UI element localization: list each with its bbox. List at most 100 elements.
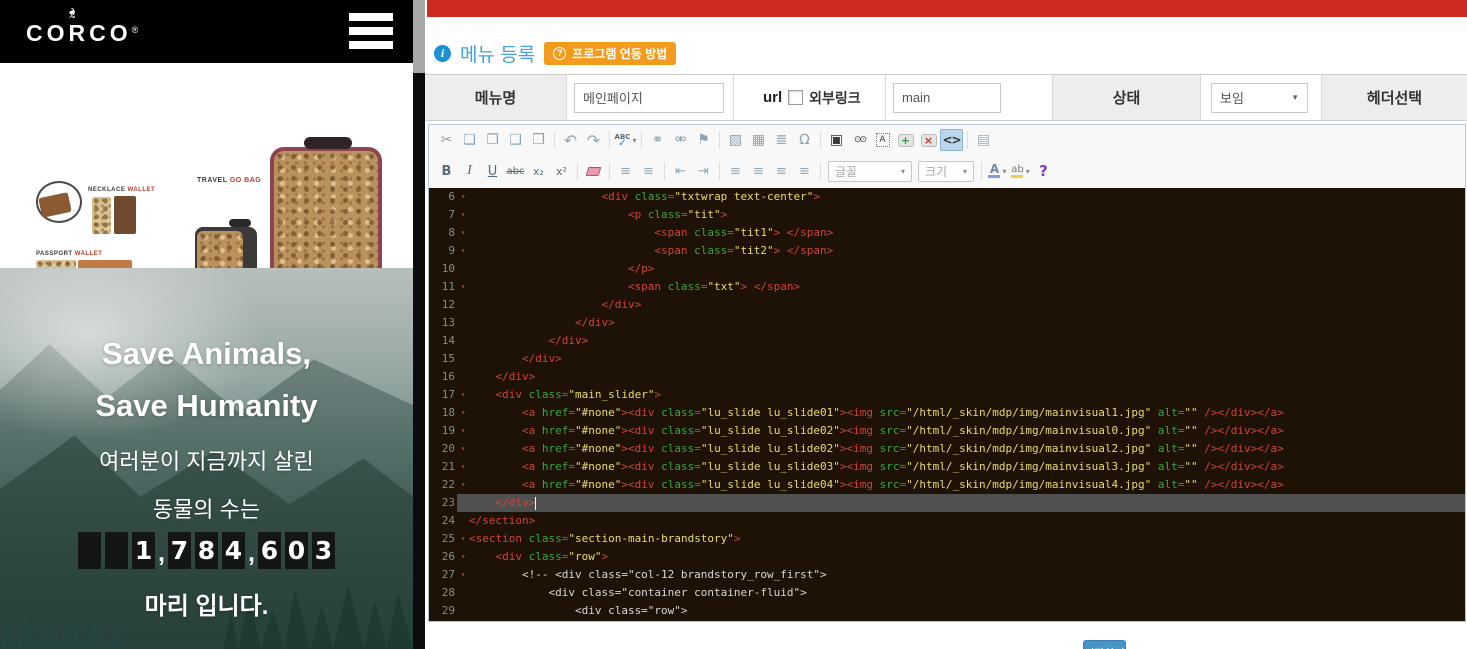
numbered-list-button[interactable]: ≡ bbox=[614, 160, 637, 182]
external-link-checkbox[interactable] bbox=[788, 90, 803, 105]
redo-button[interactable]: ↷ bbox=[582, 129, 605, 151]
underline-button[interactable]: U bbox=[481, 160, 504, 182]
fold-caret-icon[interactable]: ▾ bbox=[457, 566, 469, 584]
code-line[interactable]: 13 </div> bbox=[429, 314, 1465, 332]
code-line[interactable]: 27▾ <!-- <div class="col-12 brandstory_r… bbox=[429, 566, 1465, 584]
bulleted-list-icon: ≡ bbox=[643, 164, 654, 179]
fold-caret-icon[interactable]: ▾ bbox=[457, 386, 469, 404]
font-family-select[interactable]: 글꼴▾ bbox=[828, 161, 912, 182]
code-line[interactable]: 6▾ <div class="txtwrap text-center"> bbox=[429, 188, 1465, 206]
bulleted-list-button[interactable]: ≡ bbox=[637, 160, 660, 182]
code-line[interactable]: 21▾ <a href="#none"><div class="lu_slide… bbox=[429, 458, 1465, 476]
horizontal-rule-button[interactable]: ≣ bbox=[770, 129, 793, 151]
code-line[interactable]: 18▾ <a href="#none"><div class="lu_slide… bbox=[429, 404, 1465, 422]
status-select[interactable]: 보임 ▼ bbox=[1211, 83, 1308, 113]
unlink-button[interactable]: ⚮ bbox=[669, 129, 692, 151]
code-line[interactable]: 19▾ <a href="#none"><div class="lu_slide… bbox=[429, 422, 1465, 440]
preview-scrollbar[interactable] bbox=[413, 0, 425, 649]
code-line[interactable]: 10 </p> bbox=[429, 260, 1465, 278]
table-button[interactable]: ▦ bbox=[747, 129, 770, 151]
remove-format-button[interactable] bbox=[582, 160, 605, 182]
special-character-button[interactable]: Ω bbox=[793, 129, 816, 151]
fold-caret-icon[interactable]: ▾ bbox=[457, 278, 469, 296]
strikethrough-button[interactable]: abc bbox=[504, 160, 527, 182]
url-input[interactable] bbox=[893, 83, 1001, 113]
fold-spacer bbox=[457, 332, 469, 350]
paste-button[interactable]: ❐ bbox=[481, 129, 504, 151]
bold-button[interactable]: B bbox=[435, 160, 458, 182]
code-area[interactable]: 6▾ <div class="txtwrap text-center">7▾ <… bbox=[429, 188, 1465, 621]
product-cork-wallet[interactable] bbox=[92, 197, 111, 234]
menu-name-input[interactable] bbox=[574, 83, 724, 113]
copy-button[interactable]: ❏ bbox=[458, 129, 481, 151]
code-line[interactable]: 7▾ <p class="tit"> bbox=[429, 206, 1465, 224]
italic-button[interactable]: I bbox=[458, 160, 481, 182]
find-replace-button[interactable]: ⊙⊙ bbox=[848, 129, 871, 151]
align-justify-button[interactable]: ≡ bbox=[793, 160, 816, 182]
superscript-button[interactable]: x² bbox=[550, 160, 573, 182]
code-line[interactable]: 26▾ <div class="row"> bbox=[429, 548, 1465, 566]
code-line[interactable]: 24</section> bbox=[429, 512, 1465, 530]
fold-caret-icon[interactable]: ▾ bbox=[457, 530, 469, 548]
fold-caret-icon[interactable]: ▾ bbox=[457, 188, 469, 206]
align-center-button[interactable]: ≡ bbox=[747, 160, 770, 182]
code-line[interactable]: 16 </div> bbox=[429, 368, 1465, 386]
fold-caret-icon[interactable]: ▾ bbox=[457, 206, 469, 224]
fold-caret-icon[interactable]: ▾ bbox=[457, 404, 469, 422]
scrollbar-thumb[interactable] bbox=[413, 0, 425, 73]
align-left-button[interactable]: ≡ bbox=[724, 160, 747, 182]
paste-plain-text-button[interactable]: ❑ bbox=[504, 129, 527, 151]
code-line[interactable]: 23 </div> bbox=[429, 494, 1465, 512]
tag-remove-button[interactable]: × bbox=[917, 129, 940, 151]
help-button[interactable]: ? bbox=[1032, 160, 1055, 182]
text-color-button[interactable]: A▾ bbox=[986, 160, 1009, 182]
fold-caret-icon[interactable]: ▾ bbox=[457, 548, 469, 566]
indent-button[interactable]: ⇥ bbox=[692, 160, 715, 182]
font-size-select[interactable]: 크기▾ bbox=[918, 161, 974, 182]
code-line[interactable]: 12 </div> bbox=[429, 296, 1465, 314]
print-button[interactable]: ▤ bbox=[972, 129, 995, 151]
program-link-help-button[interactable]: ? 프로그램 연동 방법 bbox=[544, 42, 676, 65]
fold-caret-icon[interactable]: ▾ bbox=[457, 224, 469, 242]
image-button[interactable]: ▧ bbox=[724, 129, 747, 151]
outdent-button[interactable]: ⇤ bbox=[669, 160, 692, 182]
text-color-icon: A bbox=[988, 164, 1000, 178]
link-button[interactable]: ⚭ bbox=[646, 129, 669, 151]
undo-button[interactable]: ↶ bbox=[559, 129, 582, 151]
code-line[interactable]: 30 <div class="col-12 col-xl-5 brandstor… bbox=[429, 620, 1465, 621]
code-line[interactable]: 25▾<section class="section-main-brandsto… bbox=[429, 530, 1465, 548]
corco-logo[interactable]: ❧ CORCO® bbox=[26, 6, 138, 33]
code-line[interactable]: 17▾ <div class="main_slider"> bbox=[429, 386, 1465, 404]
align-right-button[interactable]: ≡ bbox=[770, 160, 793, 182]
paste-icon: ❐ bbox=[486, 132, 499, 148]
code-line[interactable]: 8▾ <span class="tit1"> </span> bbox=[429, 224, 1465, 242]
paste-from-word-button[interactable]: ❒ bbox=[527, 129, 550, 151]
code-line[interactable]: 9▾ <span class="tit2"> </span> bbox=[429, 242, 1465, 260]
code-line[interactable]: 20▾ <a href="#none"><div class="lu_slide… bbox=[429, 440, 1465, 458]
maximize-icon: ▣ bbox=[830, 132, 843, 148]
code-line[interactable]: 29 <div class="row"> bbox=[429, 602, 1465, 620]
subscript-button[interactable]: x₂ bbox=[527, 160, 550, 182]
product-leather-wallet[interactable] bbox=[114, 196, 136, 234]
maximize-button[interactable]: ▣ bbox=[825, 129, 848, 151]
code-line[interactable]: 28 <div class="container container-fluid… bbox=[429, 584, 1465, 602]
fold-caret-icon[interactable]: ▾ bbox=[457, 476, 469, 494]
top-red-bar bbox=[427, 0, 1467, 17]
fold-caret-icon[interactable]: ▾ bbox=[457, 440, 469, 458]
bg-color-button[interactable]: ab▾ bbox=[1009, 160, 1032, 182]
hamburger-menu-icon[interactable] bbox=[349, 13, 393, 55]
code-line[interactable]: 22▾ <a href="#none"><div class="lu_slide… bbox=[429, 476, 1465, 494]
code-line[interactable]: 14 </div> bbox=[429, 332, 1465, 350]
fold-caret-icon[interactable]: ▾ bbox=[457, 242, 469, 260]
save-button[interactable]: 저장하기 bbox=[1083, 640, 1126, 649]
spell-check-button[interactable]: ABC✓▾ bbox=[614, 129, 637, 151]
fold-caret-icon[interactable]: ▾ bbox=[457, 422, 469, 440]
tag-add-button[interactable]: + bbox=[894, 129, 917, 151]
code-line[interactable]: 11▾ <span class="txt"> </span> bbox=[429, 278, 1465, 296]
fold-caret-icon[interactable]: ▾ bbox=[457, 458, 469, 476]
code-line[interactable]: 15 </div> bbox=[429, 350, 1465, 368]
anchor-button[interactable]: ⚑ bbox=[692, 129, 715, 151]
cut-button[interactable]: ✂ bbox=[435, 129, 458, 151]
source-button[interactable]: <> bbox=[940, 129, 963, 151]
select-all-button[interactable]: A bbox=[871, 129, 894, 151]
